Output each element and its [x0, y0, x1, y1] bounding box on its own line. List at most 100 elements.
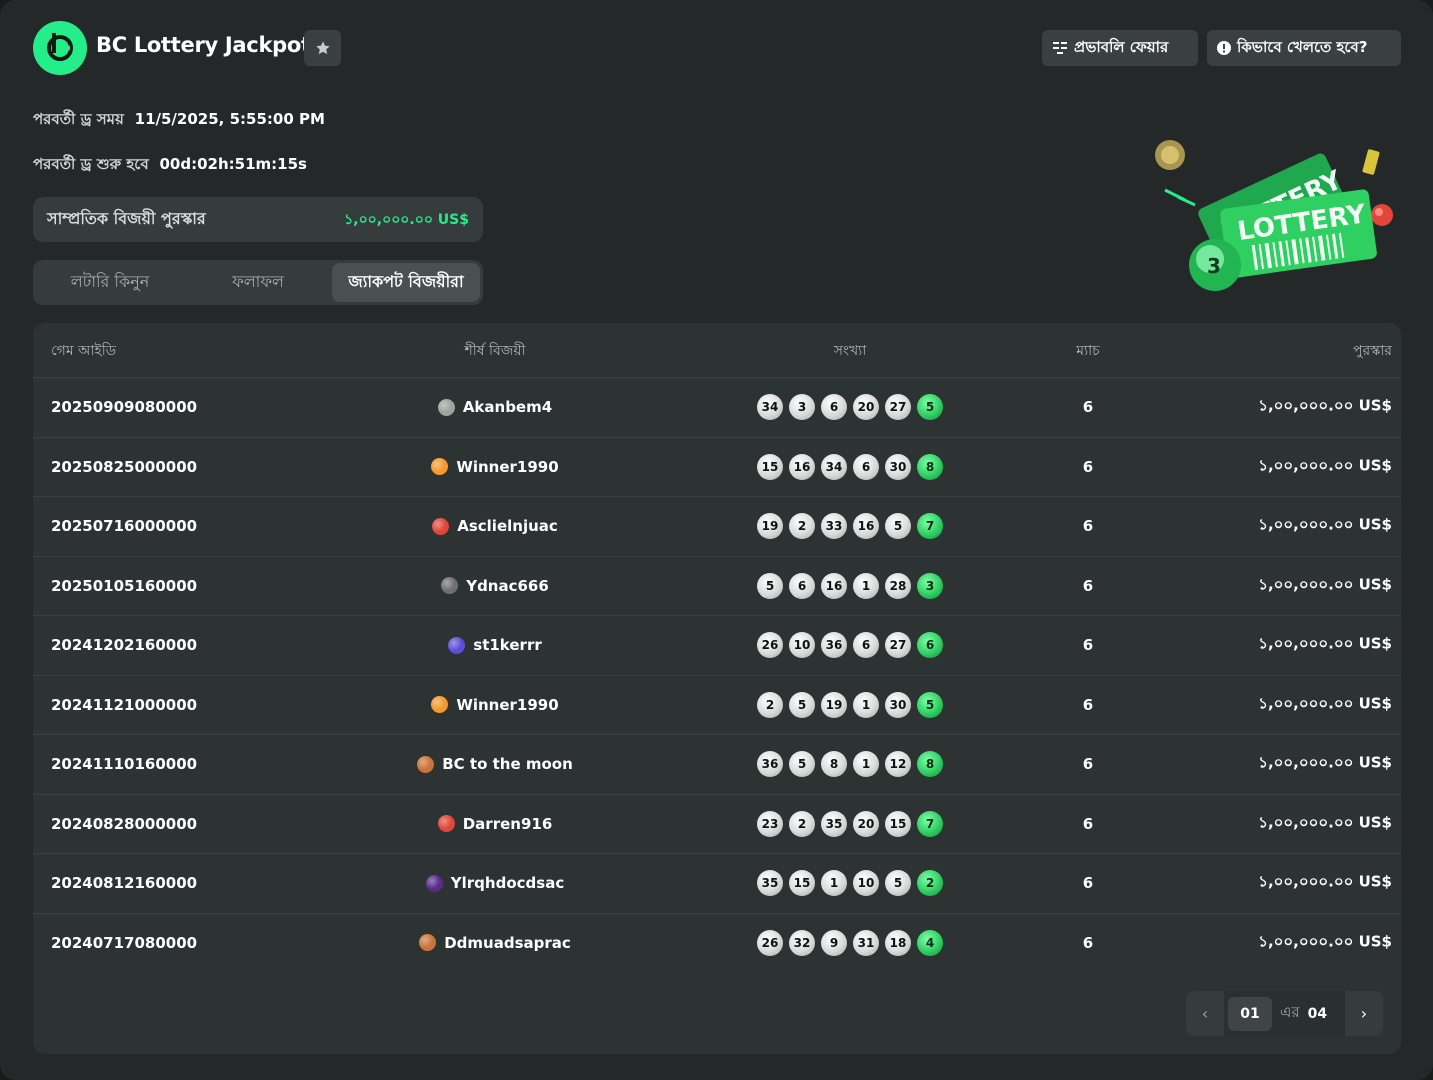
- table-row: 20250716000000 Asclielnjuac 19 2 33 16 5 7 6 ১,০০…: [33, 496, 1401, 556]
- game-id-cell: 20250716000000: [51, 517, 198, 536]
- number-ball: 28: [885, 572, 911, 599]
- tab-buy-lottery[interactable]: লটারি কিনুন: [36, 263, 184, 302]
- number-ball: 16: [821, 572, 847, 599]
- number-ball: 10: [789, 632, 815, 659]
- lottery-ticket-illustration: LOTTERY LOTTERY 3: [1155, 140, 1393, 291]
- bonus-ball: 7: [917, 810, 943, 837]
- match-value: 6: [1082, 695, 1094, 714]
- next-draw-time: পরবর্তী ড্র সময় 11/5/2025, 5:55:00 PM: [33, 108, 325, 133]
- table-row: 20240828000000 Darren916 23 2 35 20 15 7 6 ১,০০,০…: [33, 793, 1401, 854]
- winner-link[interactable]: Ylrqhdocdsac: [425, 874, 564, 892]
- table-row: 20250105160000 Ydnac666 5 6 16 1 28 3 6 ১,০০,০০০.…: [33, 555, 1401, 616]
- winner-link[interactable]: Ydnac666: [441, 577, 549, 595]
- winner-name: st1kerrr: [473, 636, 542, 655]
- header-numbers-text: সংখ্যা: [833, 342, 867, 359]
- number-ball: 5: [757, 572, 783, 599]
- total-pages: 04: [1307, 1005, 1328, 1022]
- number-ball: 6: [853, 632, 879, 659]
- winner-link[interactable]: BC to the moon: [417, 755, 573, 773]
- number-ball: 35: [757, 870, 783, 897]
- winner-link[interactable]: Akanbem4: [437, 398, 553, 417]
- match-value: 6: [1082, 933, 1094, 952]
- winner-link[interactable]: Winner1990: [431, 695, 559, 714]
- countdown-value: 00d:02h:51m:15s: [159, 155, 307, 173]
- number-ball: 31: [853, 929, 879, 956]
- lottery-page: BC Lottery Jackpot প্রভাবলি ফেয়ার কিভাব…: [0, 0, 1433, 1080]
- favorite-button[interactable]: [304, 30, 341, 66]
- number-balls: 36 5 8 1 12 8: [757, 751, 943, 778]
- game-id-cell: 20241110160000: [51, 755, 198, 774]
- avatar: [437, 815, 455, 833]
- match-value: 6: [1082, 398, 1094, 417]
- avatar: [448, 636, 466, 654]
- number-ball: 5: [789, 751, 815, 778]
- provably-fair-label: প্রভাবলি ফেয়ার: [1074, 37, 1169, 56]
- tab-results[interactable]: ফলাফল: [184, 263, 332, 302]
- number-ball: 34: [821, 453, 847, 480]
- number-ball: 15: [885, 810, 911, 837]
- lottery-tabs: লটারি কিনুন ফলাফল জ্যাকপট বিজয়ীরা: [33, 260, 483, 305]
- number-ball: 26: [757, 632, 783, 659]
- winner-name: Winner1990: [456, 695, 559, 714]
- winner-name: Akanbem4: [462, 398, 553, 417]
- page-of-label: এর: [1280, 1003, 1300, 1021]
- number-ball: 33: [821, 513, 847, 540]
- winner-link[interactable]: Winner1990: [431, 457, 559, 476]
- number-balls: 26 32 9 31 18 4: [757, 929, 943, 956]
- number-ball: 35: [821, 810, 847, 837]
- winner-link[interactable]: Darren916: [437, 815, 552, 833]
- winner-link[interactable]: Ddmuadsaprac: [419, 934, 571, 952]
- jackpot-winners-table: গেম আইডি শীর্ষ বিজয়ী সংখ্যা ম্যাচ পুরস্…: [33, 323, 1401, 1054]
- number-ball: 8: [821, 751, 847, 778]
- header-prize: পুরস্কার: [1352, 342, 1392, 359]
- match-value: 6: [1082, 576, 1094, 595]
- number-ball: 20: [853, 394, 879, 421]
- next-draw-label: পরবর্তী ড্র সময়: [33, 110, 124, 128]
- number-ball: 1: [821, 870, 847, 897]
- prev-page-button[interactable]: ‹: [1186, 991, 1224, 1036]
- number-ball: 16: [789, 453, 815, 480]
- winner-link[interactable]: st1kerrr: [448, 636, 542, 655]
- avatar: [431, 458, 449, 476]
- match-value: 6: [1082, 814, 1094, 833]
- prize-cell: ১,০০,০০০.০০ US$: [1258, 753, 1392, 772]
- draw-countdown: পরবর্তী ড্র শুরু হবে 00d:02h:51m:15s: [33, 153, 307, 178]
- winner-name: Winner1990: [456, 457, 559, 476]
- chevron-right-icon: ›: [1360, 1004, 1368, 1023]
- number-ball: 2: [789, 513, 815, 540]
- page-title: BC Lottery Jackpot: [96, 33, 311, 57]
- game-id-cell: 20241202160000: [51, 636, 198, 655]
- number-ball: 15: [789, 870, 815, 897]
- how-to-play-button[interactable]: কিভাবে খেলতে হবে?: [1207, 30, 1401, 66]
- bonus-ball: 7: [917, 513, 943, 540]
- number-ball: 6: [821, 394, 847, 421]
- winner-link[interactable]: Asclielnjuac: [432, 517, 558, 535]
- provably-fair-button[interactable]: প্রভাবলি ফেয়ার: [1042, 30, 1198, 66]
- winner-name: Ydnac666: [466, 576, 549, 595]
- number-ball: 19: [821, 691, 847, 718]
- number-ball: 36: [821, 632, 847, 659]
- current-page-input[interactable]: 01: [1228, 996, 1272, 1031]
- avatar: [432, 517, 450, 535]
- match-value: 6: [1082, 636, 1094, 655]
- table-row: 20240717080000 Ddmuadsaprac 26 32 9 31 18 4 6 ১,০…: [33, 912, 1401, 973]
- bonus-ball: 3: [917, 572, 943, 599]
- number-ball: 15: [757, 453, 783, 480]
- prize-cell: ১,০০,০০০.০০ US$: [1258, 932, 1392, 951]
- table-row: 20250825000000 Winner1990 15 16 34 6 30 8 6 ১,০০,…: [33, 436, 1401, 497]
- bonus-ball: 4: [917, 929, 943, 956]
- table-row: 20241121000000 Winner1990 2 5 19 1 30 5 6 ১,০০,০০…: [33, 674, 1401, 735]
- next-draw-value: 11/5/2025, 5:55:00 PM: [134, 110, 325, 128]
- number-ball: 27: [885, 632, 911, 659]
- next-page-button[interactable]: ›: [1345, 991, 1383, 1036]
- avatar: [425, 874, 443, 892]
- number-ball: 32: [789, 929, 815, 956]
- number-ball: 1: [853, 691, 879, 718]
- game-id-cell: 20240717080000: [51, 933, 198, 952]
- bonus-ball: 8: [917, 453, 943, 480]
- number-ball: 30: [885, 453, 911, 480]
- tab-jackpot-winners[interactable]: জ্যাকপট বিজয়ীরা: [332, 263, 480, 302]
- number-ball: 2: [757, 691, 783, 718]
- number-ball: 3: [789, 394, 815, 421]
- page-indicator: 01 এর 04: [1224, 991, 1345, 1036]
